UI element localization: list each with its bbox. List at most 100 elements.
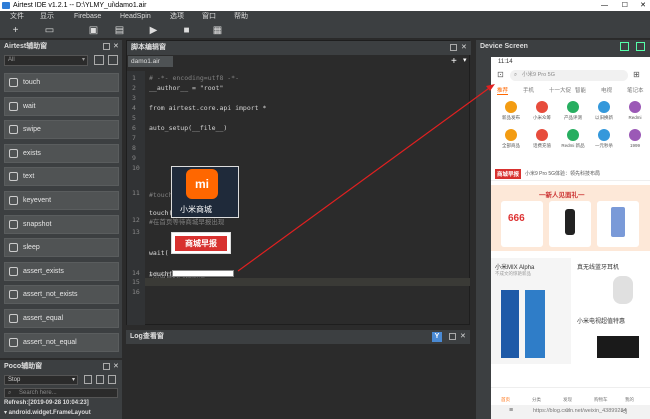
app-tab-1[interactable]: 手机 bbox=[523, 86, 534, 94]
mi-logo-icon: mi bbox=[186, 169, 218, 199]
xiaomi-mall-thumbnail[interactable]: mi 小米商城 bbox=[171, 166, 239, 218]
app-nav-0[interactable]: 首页 bbox=[501, 397, 510, 403]
tv-card[interactable]: 小米电视超值特惠 bbox=[573, 312, 650, 364]
phone-card[interactable] bbox=[597, 201, 639, 247]
app-tab-0[interactable]: 推荐 bbox=[497, 86, 509, 95]
app-tab-3[interactable]: 智能 bbox=[575, 86, 586, 94]
menu-firebase[interactable]: Firebase bbox=[74, 11, 101, 22]
stop-icon[interactable]: ■ bbox=[181, 25, 192, 36]
app-nav-2[interactable]: 发现 bbox=[563, 397, 572, 403]
menu-view[interactable]: 显示 bbox=[40, 11, 54, 22]
app-shortcut[interactable]: 以旧换新 bbox=[590, 101, 618, 125]
app-shortcut[interactable]: Redmi bbox=[621, 101, 649, 125]
refresh-icon[interactable] bbox=[108, 375, 116, 384]
settings-icon[interactable] bbox=[108, 55, 118, 65]
api-button-wait[interactable]: wait bbox=[4, 96, 119, 116]
save-icon[interactable]: ▣ bbox=[88, 25, 99, 36]
poco-search-input[interactable]: ⌕ Search here... bbox=[4, 388, 118, 398]
api-button-assert-exists[interactable]: assert_exists bbox=[4, 261, 119, 281]
pin-icon[interactable] bbox=[620, 42, 629, 51]
mall-news-thumbnail[interactable]: 商城早报 bbox=[171, 232, 231, 254]
close-panel-icon[interactable]: ✕ bbox=[113, 40, 119, 54]
chevron-down-icon[interactable]: ▾ bbox=[463, 56, 467, 64]
menu-help[interactable]: 帮助 bbox=[234, 11, 248, 22]
float-icon[interactable] bbox=[103, 363, 110, 370]
lock-icon[interactable] bbox=[84, 375, 92, 384]
airtest-helper-panel: Airtest辅助窗 ✕ All ▾ touch wait swipe exists t… bbox=[0, 40, 122, 358]
save-as-icon[interactable]: ▤ bbox=[114, 25, 125, 36]
record-icon[interactable] bbox=[96, 375, 104, 384]
app-search-bar[interactable]: ⊡ ⌕ 小米9 Pro 5G ⊞ bbox=[491, 67, 650, 84]
filter-select[interactable]: All ▾ bbox=[4, 55, 88, 66]
tab-damo1[interactable]: damo1.air bbox=[128, 56, 173, 67]
app-nav-3[interactable]: 购物车 bbox=[594, 397, 608, 403]
mix-alpha-card[interactable]: 小米MIX Alpha 不成文的惊艳新品 bbox=[491, 258, 571, 364]
report-icon[interactable]: ▦ bbox=[212, 25, 223, 36]
record-icon[interactable] bbox=[94, 55, 104, 65]
phone-screen[interactable]: 11:14 ⊡ ⌕ 小米9 Pro 5G ⊞ 推荐 手机 十一大促 智能 电视 笔记本 新… bbox=[491, 57, 650, 419]
close-icon[interactable]: ✕ bbox=[640, 0, 646, 11]
maximize-icon[interactable]: ☐ bbox=[622, 0, 628, 11]
run-icon[interactable]: ▶ bbox=[148, 25, 159, 36]
api-button-text[interactable]: text bbox=[4, 167, 119, 187]
menu-window[interactable]: 窗口 bbox=[202, 11, 216, 22]
close-panel-icon[interactable]: ✕ bbox=[113, 360, 119, 374]
earbuds-card[interactable]: 真无线蓝牙耳机 bbox=[573, 258, 650, 310]
poco-tree-root[interactable]: ▾ android.widget.FrameLayout bbox=[4, 409, 91, 416]
coupon-card[interactable]: 666 bbox=[501, 201, 543, 247]
api-button-keyevent[interactable]: keyevent bbox=[4, 191, 119, 210]
api-button-label: assert_not_equal bbox=[23, 338, 77, 346]
app-shortcut[interactable]: 1999 bbox=[621, 129, 649, 153]
api-button-touch[interactable]: touch bbox=[4, 73, 119, 92]
shortcut-icon bbox=[598, 129, 610, 141]
filter-icon[interactable]: Y bbox=[432, 332, 442, 342]
shortcut-icon bbox=[629, 129, 641, 141]
float-icon[interactable] bbox=[450, 44, 457, 51]
close-panel-icon[interactable]: ✕ bbox=[460, 330, 466, 344]
api-button-snapshot[interactable]: snapshot bbox=[4, 214, 119, 234]
menu-headspin[interactable]: HeadSpin bbox=[120, 11, 151, 22]
minimize-icon[interactable]: — bbox=[601, 0, 608, 11]
new-file-icon[interactable]: + bbox=[10, 25, 21, 36]
app-shortcut[interactable]: 话费充值 bbox=[528, 129, 556, 153]
app-nav-1[interactable]: 分类 bbox=[532, 397, 541, 403]
mall-news-strip[interactable]: 商城早报 小米9 Pro 5G体验：领先科技布局 bbox=[491, 167, 650, 181]
app-nav-4[interactable]: 我的 bbox=[625, 397, 634, 403]
band-card[interactable] bbox=[549, 201, 591, 247]
add-tab-icon[interactable]: + bbox=[451, 56, 457, 67]
scan-icon[interactable]: ⊡ bbox=[497, 70, 504, 79]
line-gutter bbox=[127, 71, 145, 325]
api-button-assert-not-equal[interactable]: assert_not_equal bbox=[4, 332, 119, 352]
app-shortcut[interactable]: Redmi 新品 bbox=[559, 129, 587, 153]
search-box-thumbnail[interactable] bbox=[172, 270, 234, 277]
api-button-swipe[interactable]: swipe bbox=[4, 120, 119, 140]
float-icon[interactable] bbox=[103, 43, 110, 50]
api-button-assert-not-exists[interactable]: assert_not_exists bbox=[4, 285, 119, 305]
app-shortcut[interactable]: 全部商品 bbox=[497, 129, 525, 153]
app-tab-5[interactable]: 笔记本 bbox=[627, 86, 644, 94]
shortcut-icon bbox=[536, 129, 548, 141]
menu-file[interactable]: 文件 bbox=[10, 11, 24, 22]
close-panel-icon[interactable]: ✕ bbox=[461, 41, 467, 55]
app-tab-2[interactable]: 十一大促 bbox=[549, 86, 571, 94]
menu-options[interactable]: 选项 bbox=[170, 11, 184, 22]
message-icon[interactable]: ⊞ bbox=[633, 70, 640, 79]
line-number: 16 bbox=[132, 288, 140, 296]
expand-icon[interactable] bbox=[636, 42, 645, 51]
app-shortcut[interactable]: 新品发布 bbox=[497, 101, 525, 125]
shortcut-label: Redmi bbox=[628, 115, 642, 120]
poco-mode-select[interactable]: Stop ▾ bbox=[4, 375, 78, 385]
app-tab-4[interactable]: 电视 bbox=[601, 86, 612, 94]
window-title: Airtest IDE v1.2.1 -- D:\YLMY_ui\damo1.a… bbox=[13, 2, 147, 9]
app-shortcut[interactable]: 产品评测 bbox=[559, 101, 587, 125]
app-shortcut[interactable]: 小米众筹 bbox=[528, 101, 556, 125]
api-button-assert-equal[interactable]: assert_equal bbox=[4, 309, 119, 328]
app-shortcut[interactable]: 一元秒杀 bbox=[590, 129, 618, 153]
api-button-exists[interactable]: exists bbox=[4, 143, 119, 163]
menu-icon[interactable]: ≡ bbox=[509, 407, 513, 414]
new-user-banner[interactable]: 一新人见面礼一 666 bbox=[491, 185, 650, 251]
api-button-sleep[interactable]: sleep bbox=[4, 238, 119, 258]
float-icon[interactable] bbox=[449, 333, 456, 340]
open-folder-icon[interactable]: ▭ bbox=[44, 25, 55, 36]
app-search-input[interactable]: ⌕ 小米9 Pro 5G bbox=[510, 70, 628, 81]
